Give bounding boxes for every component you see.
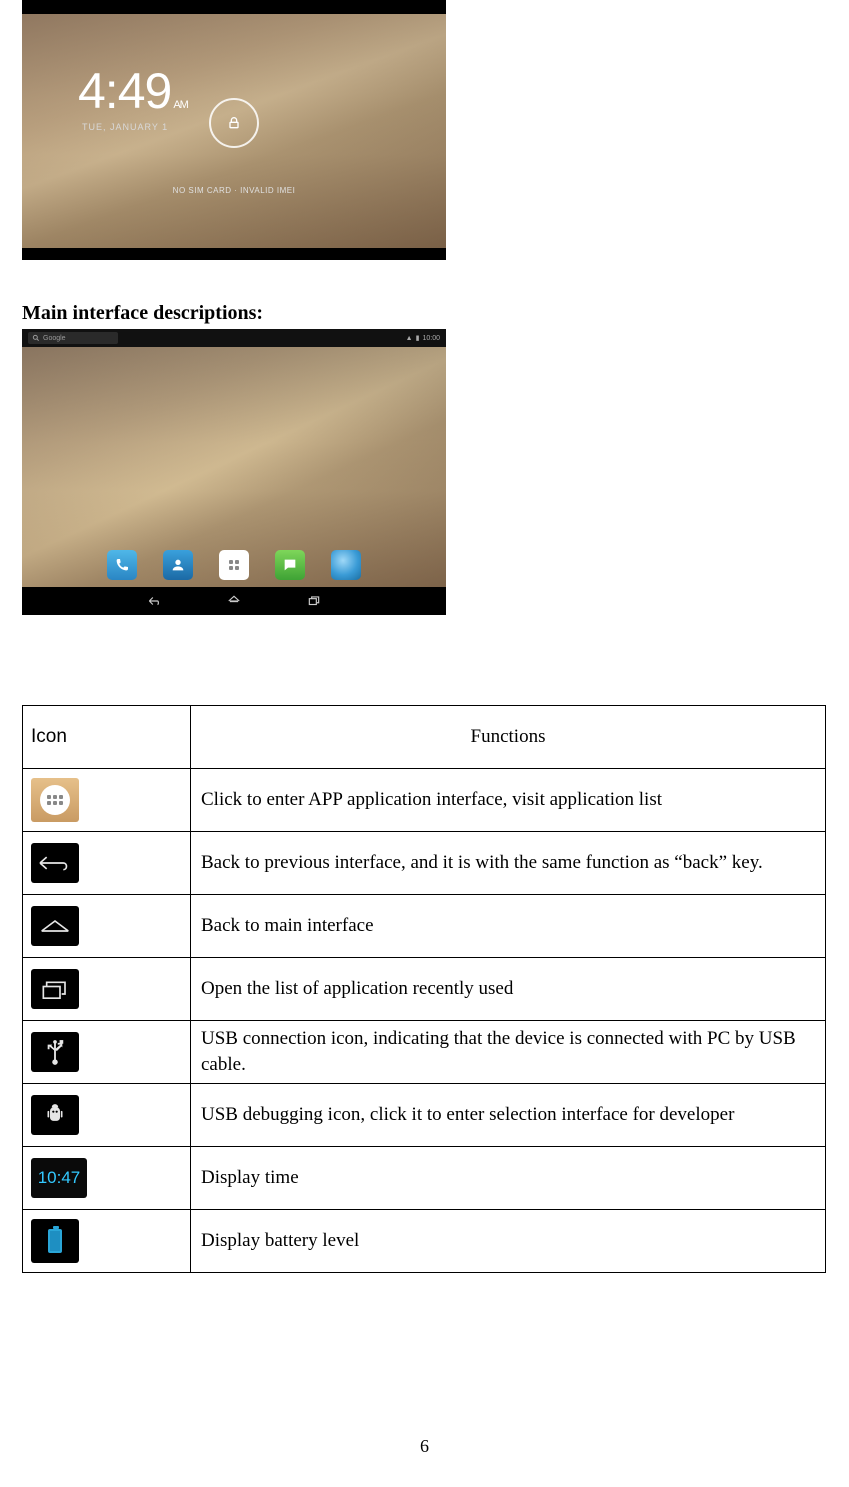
table-row: USB debugging icon, click it to enter se… bbox=[23, 1084, 826, 1147]
usb-debug-icon bbox=[31, 1095, 79, 1135]
icon-functions-table: Icon Functions Click to enter APP applic… bbox=[22, 705, 826, 1273]
back-icon bbox=[31, 843, 79, 883]
lock-icon[interactable] bbox=[209, 98, 259, 148]
time-icon: 10:47 bbox=[31, 1158, 87, 1198]
signal-icon: ▲ bbox=[406, 335, 413, 342]
clock-date: TUE, JANUARY 1 bbox=[82, 122, 168, 132]
homescreen-image: Google ▲ ▮ 10:00 bbox=[22, 329, 446, 615]
table-row: Display battery level bbox=[23, 1210, 826, 1273]
page-number: 6 bbox=[420, 1436, 429, 1457]
clock: 4:49AM bbox=[78, 70, 188, 114]
usb-icon bbox=[31, 1032, 79, 1072]
search-box[interactable]: Google bbox=[28, 332, 118, 344]
table-row: Click to enter APP application interface… bbox=[23, 769, 826, 832]
func-text: Display battery level bbox=[191, 1210, 826, 1273]
home-icon bbox=[31, 906, 79, 946]
top-bar: Google ▲ ▮ 10:00 bbox=[22, 329, 446, 347]
func-text: USB connection icon, indicating that the… bbox=[191, 1021, 826, 1084]
home-nav-icon[interactable] bbox=[224, 594, 244, 608]
table-row: USB connection icon, indicating that the… bbox=[23, 1021, 826, 1084]
status-bar bbox=[22, 0, 446, 14]
back-nav-icon[interactable] bbox=[144, 594, 164, 608]
func-text: Open the list of application recently us… bbox=[191, 958, 826, 1021]
func-text: Back to previous interface, and it is wi… bbox=[191, 832, 826, 895]
dock bbox=[22, 543, 446, 587]
func-text: Click to enter APP application interface… bbox=[191, 769, 826, 832]
search-placeholder: Google bbox=[43, 335, 66, 342]
table-row: Back to previous interface, and it is wi… bbox=[23, 832, 826, 895]
header-icon: Icon bbox=[23, 706, 191, 769]
apps-launcher-icon[interactable] bbox=[219, 550, 249, 580]
apps-icon bbox=[31, 778, 79, 822]
func-text: Back to main interface bbox=[191, 895, 826, 958]
table-row: Open the list of application recently us… bbox=[23, 958, 826, 1021]
messaging-icon[interactable] bbox=[275, 550, 305, 580]
browser-icon[interactable] bbox=[331, 550, 361, 580]
lockscreen-image: 4:49AM TUE, JANUARY 1 NO SIM CARD · INVA… bbox=[22, 0, 446, 260]
sim-status: NO SIM CARD · INVALID IMEI bbox=[173, 186, 296, 195]
table-row: Back to main interface bbox=[23, 895, 826, 958]
contacts-icon[interactable] bbox=[163, 550, 193, 580]
battery-mini-icon: ▮ bbox=[416, 334, 420, 342]
func-text: Display time bbox=[191, 1147, 826, 1210]
system-nav-bar bbox=[22, 587, 446, 615]
clock-ampm: AM bbox=[173, 99, 188, 111]
recents-nav-icon[interactable] bbox=[304, 594, 324, 608]
table-header-row: Icon Functions bbox=[23, 706, 826, 769]
func-text: USB debugging icon, click it to enter se… bbox=[191, 1084, 826, 1147]
battery-icon bbox=[31, 1219, 79, 1263]
phone-icon[interactable] bbox=[107, 550, 137, 580]
recents-icon bbox=[31, 969, 79, 1009]
nav-bar bbox=[22, 248, 446, 260]
clock-time: 4:49 bbox=[78, 63, 171, 119]
section-heading: Main interface descriptions: bbox=[22, 302, 827, 325]
status-time: 10:00 bbox=[422, 335, 440, 342]
header-functions: Functions bbox=[191, 706, 826, 769]
table-row: 10:47 Display time bbox=[23, 1147, 826, 1210]
